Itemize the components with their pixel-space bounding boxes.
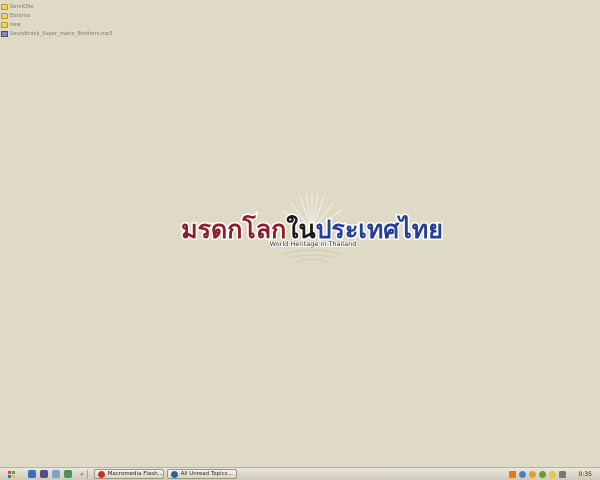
task-label: All Unread Topics... — [180, 471, 233, 477]
audio-file-icon — [1, 30, 8, 37]
desktop-icon-label: new — [10, 21, 21, 28]
desktop-icon-soundtrack[interactable]: Soundtrack_Super_mario_Brothers.mp3 — [1, 29, 113, 38]
th-language-icon[interactable] — [508, 470, 516, 478]
task-button-flash[interactable]: Macromedia Flash... — [93, 469, 164, 479]
desktop-icon-label: ServiOfie — [10, 3, 34, 10]
clock[interactable]: 0:35 — [579, 471, 592, 478]
windows-flag-icon — [7, 470, 15, 478]
folder-icon — [1, 21, 8, 28]
desktop-icon[interactable] — [52, 470, 60, 478]
desktop-icon-servioFie[interactable]: ServiOfie — [1, 2, 113, 11]
desktop-icon-label: Entorno — [10, 12, 31, 19]
task-label: Macromedia Flash... — [107, 471, 163, 477]
start-button[interactable] — [2, 469, 20, 480]
taskbar: » Macromedia Flash... All Unread Topics.… — [0, 467, 600, 480]
desktop-icons: ServiOfie Entorno new Soundtrack_Super_m… — [1, 2, 113, 38]
logo-swirls — [283, 249, 341, 263]
media-icon[interactable] — [40, 470, 48, 478]
desktop-icon-entorno[interactable]: Entorno — [1, 11, 113, 20]
desktop-icon-new[interactable]: new — [1, 20, 113, 29]
taskbar-separator — [86, 469, 88, 479]
system-tray: 0:35 — [505, 469, 600, 480]
desktop-icon-label: Soundtrack_Super_mario_Brothers.mp3 — [10, 30, 113, 37]
ie-icon[interactable] — [28, 470, 36, 478]
quick-launch: » — [28, 470, 84, 478]
world-heritage-logo: มรดกโลกในประเทศไทย World Heritage in Tha… — [180, 192, 444, 263]
desktop: ServiOfie Entorno new Soundtrack_Super_m… — [0, 0, 600, 467]
volume-icon[interactable] — [558, 470, 566, 478]
flash-icon — [97, 470, 105, 478]
network-icon[interactable] — [518, 470, 526, 478]
logo-subtitle: World Heritage in Thailand — [270, 240, 357, 248]
wallpaper-logo: มรดกโลกในประเทศไทย World Heritage in Tha… — [0, 190, 600, 270]
messenger-icon[interactable] — [548, 470, 556, 478]
user-icon[interactable] — [538, 470, 546, 478]
folder-icon — [1, 3, 8, 10]
folder-icon — [1, 12, 8, 19]
firefox-icon — [170, 470, 178, 478]
task-button-all-unread-topics[interactable]: All Unread Topics... — [166, 469, 237, 479]
quick-launch-overflow[interactable]: » — [80, 471, 84, 478]
firefox-tray-icon[interactable] — [528, 470, 536, 478]
app-icon[interactable] — [64, 470, 72, 478]
